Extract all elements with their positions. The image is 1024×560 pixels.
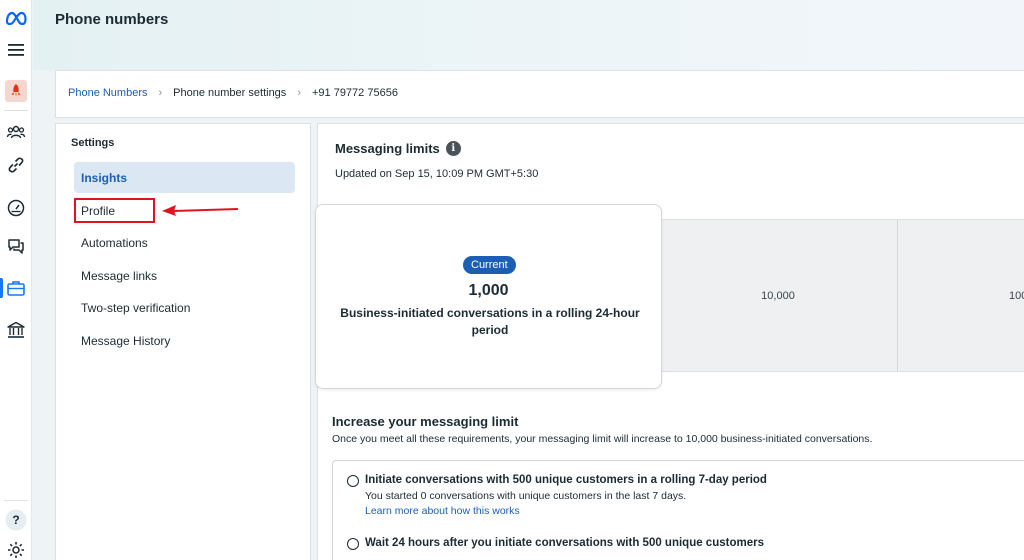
- settings-item-profile[interactable]: Profile: [74, 195, 295, 226]
- breadcrumb-phone-number-settings[interactable]: Phone number settings: [173, 87, 286, 99]
- speedometer-icon[interactable]: [4, 196, 28, 220]
- settings-item-automations[interactable]: Automations: [74, 227, 295, 258]
- requirements-list: Initiate conversations with 500 unique c…: [332, 460, 1024, 560]
- settings-item-message-history[interactable]: Message History: [74, 325, 295, 356]
- settings-sidebar: Settings Insights Profile Automations Me…: [55, 123, 311, 560]
- breadcrumb-bar: Phone Numbers › Phone number settings › …: [55, 70, 1024, 118]
- settings-heading: Settings: [71, 137, 115, 149]
- tier-next: 100: [899, 220, 1024, 371]
- tier-value: 10,000: [761, 289, 795, 302]
- settings-item-message-links[interactable]: Message links: [74, 260, 295, 291]
- people-icon[interactable]: [4, 120, 28, 144]
- current-limit-description: Business-initiated conversations in a ro…: [340, 306, 640, 337]
- active-indicator: [0, 278, 3, 298]
- messaging-limits-heading: Messaging limits i: [335, 141, 461, 156]
- requirement-radio[interactable]: [347, 475, 359, 487]
- gear-icon[interactable]: [4, 538, 28, 560]
- svg-text:?: ?: [12, 513, 19, 527]
- page-title: Phone numbers: [55, 11, 169, 28]
- chevron-right-icon: ›: [297, 87, 301, 99]
- settings-item-two-step-verification[interactable]: Two-step verification: [74, 292, 295, 323]
- settings-item-insights[interactable]: Insights: [74, 162, 295, 193]
- hamburger-menu-icon[interactable]: [4, 38, 28, 62]
- tier-value: 100: [1009, 289, 1024, 302]
- info-icon[interactable]: i: [445, 141, 461, 156]
- bank-icon[interactable]: [4, 318, 28, 342]
- current-badge: Current: [463, 256, 516, 274]
- increase-limit-description: Once you meet all these requirements, yo…: [332, 433, 873, 445]
- learn-more-link[interactable]: Learn more about how this works: [365, 505, 520, 517]
- increase-limit-title: Increase your messaging limit: [332, 414, 519, 429]
- help-icon[interactable]: ?: [4, 508, 28, 532]
- meta-logo-icon[interactable]: [4, 6, 28, 30]
- left-icon-rail: ?: [0, 0, 32, 560]
- requirement-title: Wait 24 hours after you initiate convers…: [365, 537, 764, 549]
- breadcrumb: Phone Numbers › Phone number settings › …: [68, 87, 398, 99]
- updated-timestamp: Updated on Sep 15, 10:09 PM GMT+5:30: [335, 168, 539, 180]
- limit-tiers: 10,000 100: [658, 219, 1024, 372]
- briefcase-icon[interactable]: [4, 276, 28, 300]
- main-content: Messaging limits i Updated on Sep 15, 10…: [315, 123, 1024, 560]
- current-limit-card: Current 1,000 Business-initiated convers…: [315, 204, 662, 389]
- business-avatar-icon[interactable]: [4, 79, 28, 103]
- rail-divider-bottom: [4, 500, 28, 501]
- rail-divider: [4, 110, 28, 111]
- messaging-limits-title: Messaging limits: [335, 141, 440, 156]
- current-limit-value: 1,000: [468, 282, 509, 299]
- chevron-right-icon: ›: [158, 87, 163, 99]
- tier-10000: 10,000: [659, 220, 898, 371]
- requirement-subtitle: You started 0 conversations with unique …: [365, 490, 687, 502]
- requirement-radio[interactable]: [347, 538, 359, 550]
- breadcrumb-current-number: +91 79772 75656: [311, 87, 398, 99]
- header-band: Phone numbers: [33, 0, 1024, 70]
- breadcrumb-phone-numbers[interactable]: Phone Numbers: [68, 87, 148, 99]
- requirement-title: Initiate conversations with 500 unique c…: [365, 474, 767, 486]
- chat-bubbles-icon[interactable]: [4, 234, 28, 258]
- link-icon[interactable]: [4, 153, 28, 177]
